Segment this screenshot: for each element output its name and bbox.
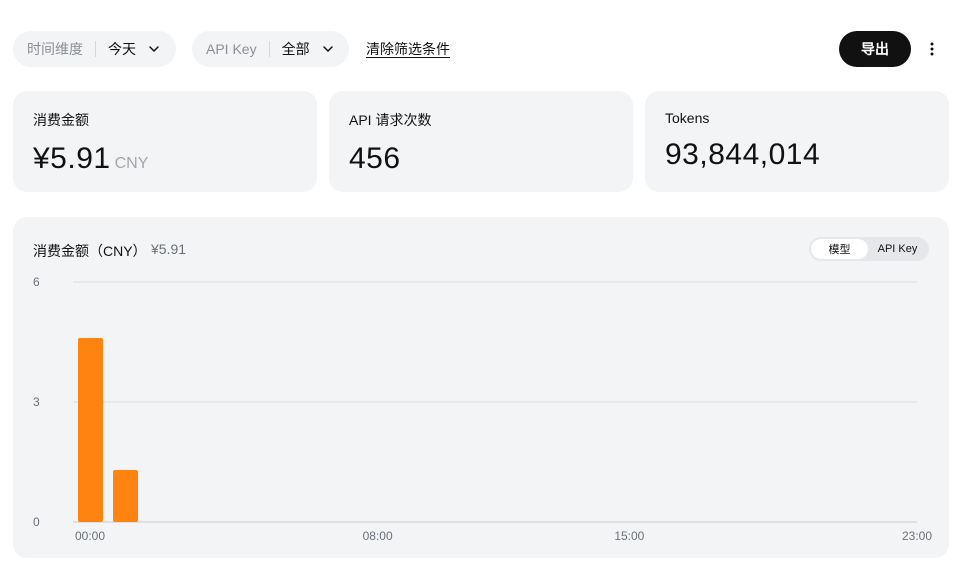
x-tick-label: 23:00 xyxy=(902,529,932,543)
divider xyxy=(95,41,96,57)
api-key-select[interactable]: API Key 全部 xyxy=(192,31,349,67)
tokens-card-value: 93,844,014 xyxy=(665,138,821,171)
spend-card: 消费金额 ¥5.91 CNY xyxy=(13,91,317,192)
x-tick-label: 08:00 xyxy=(363,529,393,543)
time-dimension-label: 时间维度 xyxy=(27,41,83,57)
spend-card-value: ¥5.91 xyxy=(33,142,111,175)
requests-card-value: 456 xyxy=(349,142,401,175)
more-vertical-icon[interactable] xyxy=(922,39,942,59)
spend-bar-chart: 0 3 6 00:00 08:00 15:00 23:00 xyxy=(33,275,932,543)
time-dimension-value: 今天 xyxy=(108,41,136,57)
spend-card-unit: CNY xyxy=(114,155,149,172)
api-key-value: 全部 xyxy=(281,41,310,57)
tokens-card: Tokens 93,844,014 xyxy=(645,91,949,192)
bar-0000[interactable] xyxy=(78,338,103,522)
spend-card-value-row: ¥5.91 CNY xyxy=(33,142,297,176)
x-tick-label: 00:00 xyxy=(75,529,105,543)
clear-filters-link[interactable]: 清除筛选条件 xyxy=(366,39,450,59)
filter-bar: 时间维度 今天 API Key 全部 清除筛选条件 xyxy=(13,31,450,67)
requests-card: API 请求次数 456 xyxy=(329,91,633,192)
spend-card-title: 消费金额 xyxy=(33,112,89,128)
api-key-label: API Key xyxy=(206,41,257,57)
y-tick-label: 3 xyxy=(33,395,40,409)
y-tick-label: 6 xyxy=(33,275,40,289)
chevron-down-icon xyxy=(322,43,334,55)
bar-0100[interactable] xyxy=(113,470,138,522)
y-tick-label: 0 xyxy=(33,515,40,529)
divider xyxy=(268,41,270,57)
tokens-card-title: Tokens xyxy=(665,110,710,126)
chevron-down-icon xyxy=(148,43,160,55)
time-dimension-select[interactable]: 时间维度 今天 xyxy=(13,31,176,67)
spend-chart-panel: 消费金额（CNY） ¥5.91 模型 API Key 0 3 6 00:00 08:00… xyxy=(13,217,949,558)
export-button[interactable]: 导出 xyxy=(839,31,911,67)
x-tick-label: 15:00 xyxy=(614,529,644,543)
requests-card-title: API 请求次数 xyxy=(349,112,432,128)
